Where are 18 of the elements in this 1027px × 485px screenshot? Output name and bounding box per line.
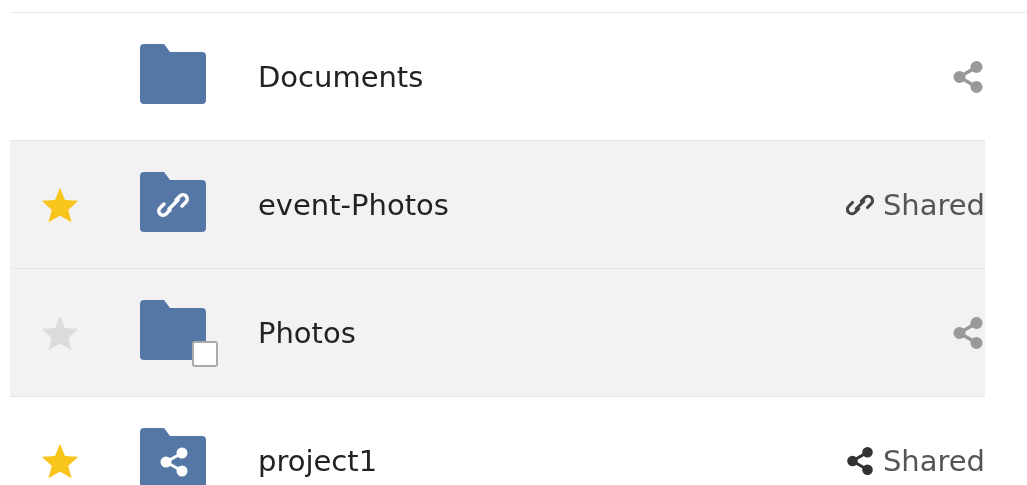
shared-button[interactable]: Shared [844,443,985,478]
share-button[interactable] [951,315,985,350]
folder-icon [138,297,208,362]
share-icon [951,315,985,350]
share-button[interactable] [951,59,985,94]
folder-icon [138,169,208,234]
folder-icon [138,41,208,106]
folder-icon [138,425,208,485]
share-icon [951,59,985,94]
file-row[interactable]: Photos [10,269,985,397]
checkbox[interactable] [192,340,218,367]
file-name[interactable]: event-Photos [258,187,845,222]
shared-link-button[interactable]: Shared [844,187,985,222]
share-icon [844,445,875,476]
file-row[interactable]: event-Photos Shared [10,141,985,269]
file-name[interactable]: project1 [258,443,845,478]
file-name[interactable]: Documents [258,59,951,94]
file-name[interactable]: Photos [258,315,951,350]
